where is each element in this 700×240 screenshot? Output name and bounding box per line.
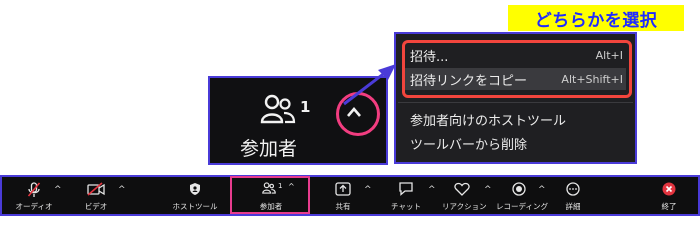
video-label: ビデオ xyxy=(84,202,108,211)
host-tools-button[interactable]: ホストツール xyxy=(170,179,220,215)
menu-item-host-tools[interactable]: 参加者向けのホストツール xyxy=(410,108,623,130)
video-off-icon xyxy=(87,182,105,196)
menu-item-label: 参加者向けのホストツール xyxy=(410,113,567,129)
record-icon xyxy=(512,182,526,196)
audio-label: オーディオ xyxy=(15,202,53,211)
menu-divider xyxy=(398,102,633,103)
reactions-caret-icon[interactable]: ^ xyxy=(484,185,492,195)
participants-highlight-box xyxy=(230,176,310,214)
reactions-label: リアクション xyxy=(442,202,487,211)
chat-caret-icon[interactable]: ^ xyxy=(428,185,436,195)
details-button[interactable]: 詳細 xyxy=(558,179,588,215)
share-button[interactable]: 共有 xyxy=(328,179,358,215)
end-button[interactable]: 終了 xyxy=(654,179,684,215)
meeting-toolbar: オーディオ ^ ビデオ ^ ホストツール 1 ^ 参加者 共有 ^ チャット ^… xyxy=(0,175,700,216)
callout-label: どちらかを選択 xyxy=(508,5,684,31)
video-button[interactable]: ビデオ xyxy=(76,179,116,215)
chat-icon xyxy=(399,182,413,196)
menu-item-label: ツールバーから削除 xyxy=(410,137,528,153)
share-caret-icon[interactable]: ^ xyxy=(364,185,372,195)
more-options-icon xyxy=(566,182,580,196)
microphone-muted-icon xyxy=(27,182,41,197)
audio-button[interactable]: オーディオ xyxy=(12,179,56,215)
close-icon xyxy=(662,182,676,196)
recording-caret-icon[interactable]: ^ xyxy=(538,185,546,195)
selection-highlight-box xyxy=(402,40,632,98)
share-screen-icon xyxy=(335,182,351,196)
shield-icon xyxy=(190,183,200,195)
heart-icon xyxy=(454,182,470,196)
share-label: 共有 xyxy=(335,202,351,211)
end-label: 終了 xyxy=(661,202,677,211)
participants-count: 1 xyxy=(300,98,311,116)
menu-item-remove-from-toolbar[interactable]: ツールバーから削除 xyxy=(410,132,623,154)
participants-menu: 招待... Alt+I 招待リンクをコピー Alt+Shift+I 参加者向けの… xyxy=(394,32,637,164)
recording-label: レコーディング xyxy=(496,202,548,211)
arrow-icon xyxy=(343,64,396,106)
video-caret-icon[interactable]: ^ xyxy=(118,185,126,195)
chat-button[interactable]: チャット xyxy=(388,179,424,215)
chat-label: チャット xyxy=(391,202,421,211)
participants-label: 参加者 xyxy=(240,138,298,160)
audio-caret-icon[interactable]: ^ xyxy=(54,185,62,195)
reactions-button[interactable]: リアクション xyxy=(442,179,487,215)
recording-button[interactable]: レコーディング xyxy=(496,179,548,215)
participants-icon xyxy=(260,94,296,124)
details-label: 詳細 xyxy=(565,202,581,211)
host-tools-label: ホストツール xyxy=(172,202,218,211)
